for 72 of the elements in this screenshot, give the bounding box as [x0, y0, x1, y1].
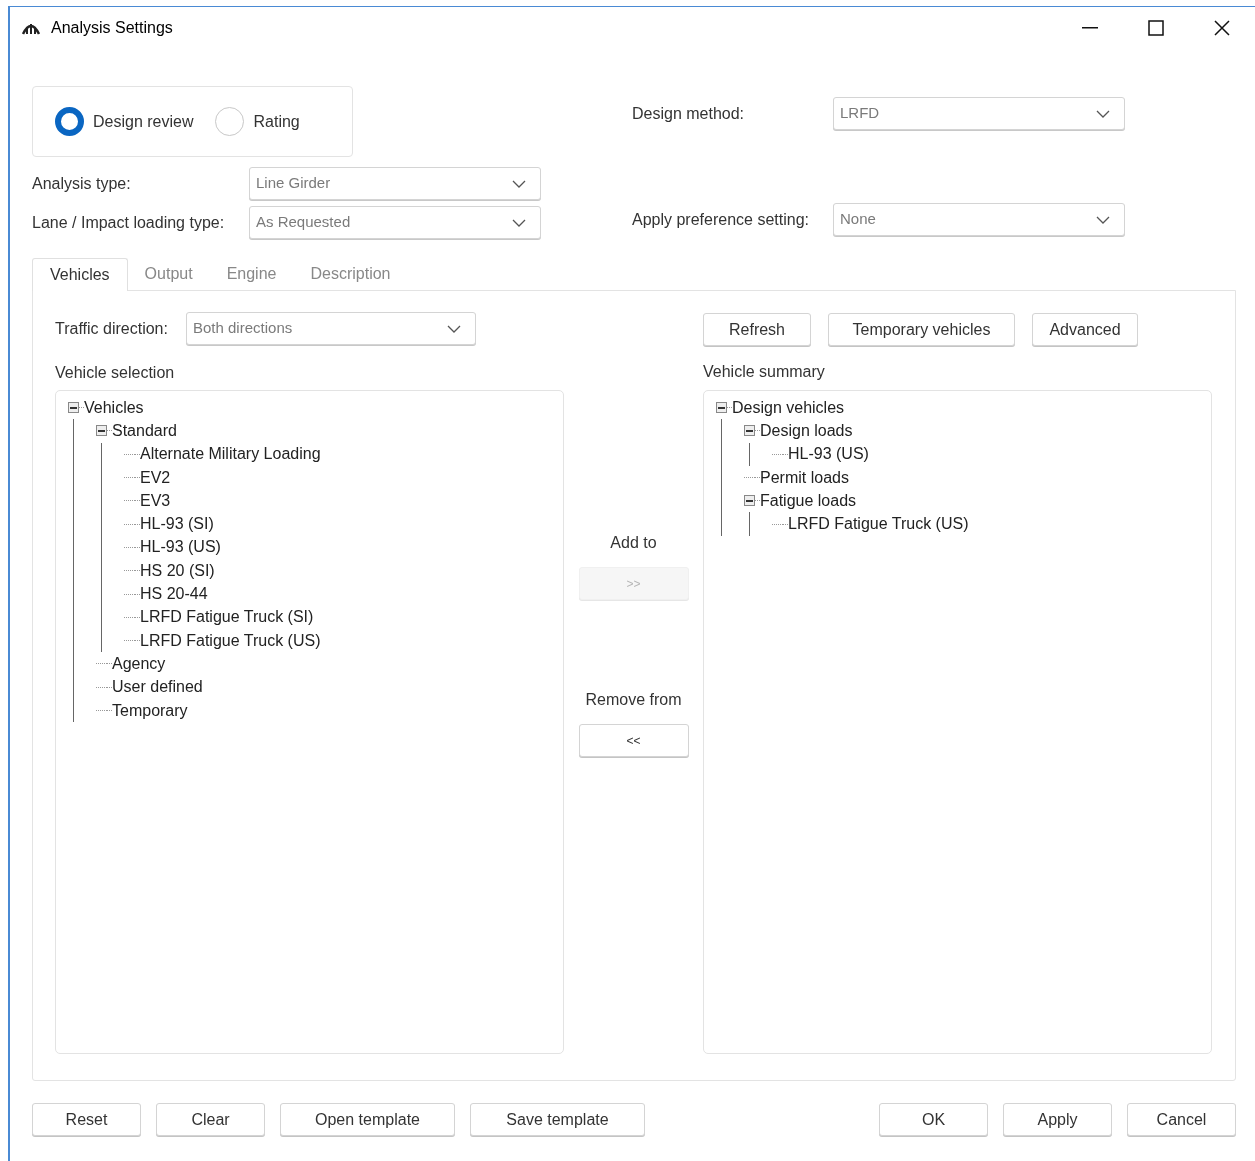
dropdown-value: Line Girder [256, 173, 331, 194]
tree-item[interactable]: Permit loads [760, 465, 849, 490]
maximize-icon [1148, 20, 1164, 36]
push-button[interactable]: Apply [1003, 1103, 1112, 1136]
push-button[interactable]: << [578, 724, 689, 757]
tree-item[interactable]: Design vehicles [732, 395, 845, 420]
field-label: Apply preference setting: [632, 209, 810, 230]
tab[interactable]: Output [127, 257, 210, 290]
push-button[interactable]: Temporary vehicles [828, 313, 1015, 346]
tree-item[interactable]: EV2 [140, 465, 171, 490]
tree-item[interactable]: Design loads [760, 418, 853, 443]
tree-item[interactable]: HS 20-44 [140, 582, 208, 607]
collapse-icon[interactable] [744, 495, 755, 507]
field-label: Analysis type: [32, 173, 132, 194]
window-title: Analysis Settings [51, 18, 173, 38]
tree-item[interactable]: LRFD Fatigue Truck (SI) [140, 605, 314, 630]
chevron-down-icon [512, 218, 526, 227]
dropdown[interactable]: Both directions [186, 312, 476, 345]
push-button[interactable]: Refresh [703, 313, 811, 346]
tab[interactable]: Engine [209, 257, 294, 290]
push-button[interactable]: Reset [32, 1103, 141, 1136]
field-label: Traffic direction: [55, 318, 169, 339]
section-title: Vehicle summary [703, 362, 825, 382]
tree-item[interactable]: HS 20 (SI) [140, 558, 215, 583]
tree-item[interactable]: HL-93 (SI) [140, 512, 214, 537]
dropdown[interactable]: Line Girder [249, 167, 541, 200]
push-button[interactable]: Clear [156, 1103, 265, 1136]
tree-item[interactable]: Fatigue loads [760, 488, 857, 513]
collapse-icon[interactable] [744, 425, 755, 437]
tab[interactable]: Vehicles [32, 258, 128, 291]
push-button[interactable]: Save template [470, 1103, 645, 1136]
minimize-icon [1082, 27, 1098, 29]
tree-item[interactable]: HL-93 (US) [140, 535, 221, 560]
push-button[interactable]: Cancel [1127, 1103, 1236, 1136]
chevron-down-icon [1096, 215, 1110, 224]
push-button[interactable]: Advanced [1032, 313, 1138, 346]
tree-item[interactable]: LRFD Fatigue Truck (US) [788, 512, 969, 537]
dropdown[interactable]: As Requested [249, 206, 541, 239]
dropdown-value: Both directions [193, 318, 293, 339]
dropdown[interactable]: None [833, 203, 1125, 236]
section-title: Vehicle selection [55, 363, 175, 383]
tree-item[interactable]: Standard [112, 418, 177, 443]
chevron-down-icon [512, 179, 526, 188]
radio-label: Design review [93, 111, 194, 132]
field-label: Lane / Impact loading type: [32, 212, 226, 233]
tree-item[interactable]: HL-93 (US) [788, 442, 869, 467]
chevron-down-icon [1096, 109, 1110, 118]
tree-item[interactable]: Temporary [112, 698, 188, 723]
tree-item[interactable]: Alternate Military Loading [140, 442, 321, 467]
transfer-caption: Add to [610, 533, 657, 553]
dropdown[interactable]: LRFD [833, 97, 1125, 130]
collapse-icon[interactable] [96, 425, 107, 437]
radio-button[interactable] [55, 107, 84, 136]
tab[interactable]: Description [293, 257, 408, 290]
tree-item[interactable]: User defined [112, 675, 203, 700]
collapse-icon[interactable] [716, 402, 727, 414]
close-icon [1214, 20, 1230, 36]
transfer-caption: Remove from [585, 690, 682, 710]
dropdown-value: LRFD [840, 103, 880, 124]
tree-item[interactable]: LRFD Fatigue Truck (US) [140, 628, 321, 653]
push-button[interactable]: Open template [280, 1103, 455, 1136]
bridge-icon [22, 21, 40, 35]
field-label: Design method: [632, 103, 746, 124]
chevron-down-icon [447, 324, 461, 333]
tree-item[interactable]: Vehicles [84, 395, 144, 420]
collapse-icon[interactable] [68, 402, 79, 414]
push-button[interactable]: OK [879, 1103, 988, 1136]
tree-item[interactable]: EV3 [140, 488, 171, 513]
dropdown-value: None [840, 209, 876, 230]
radio-label: Rating [253, 111, 300, 132]
dropdown-value: As Requested [256, 212, 351, 233]
tree-item[interactable]: Agency [112, 651, 166, 676]
